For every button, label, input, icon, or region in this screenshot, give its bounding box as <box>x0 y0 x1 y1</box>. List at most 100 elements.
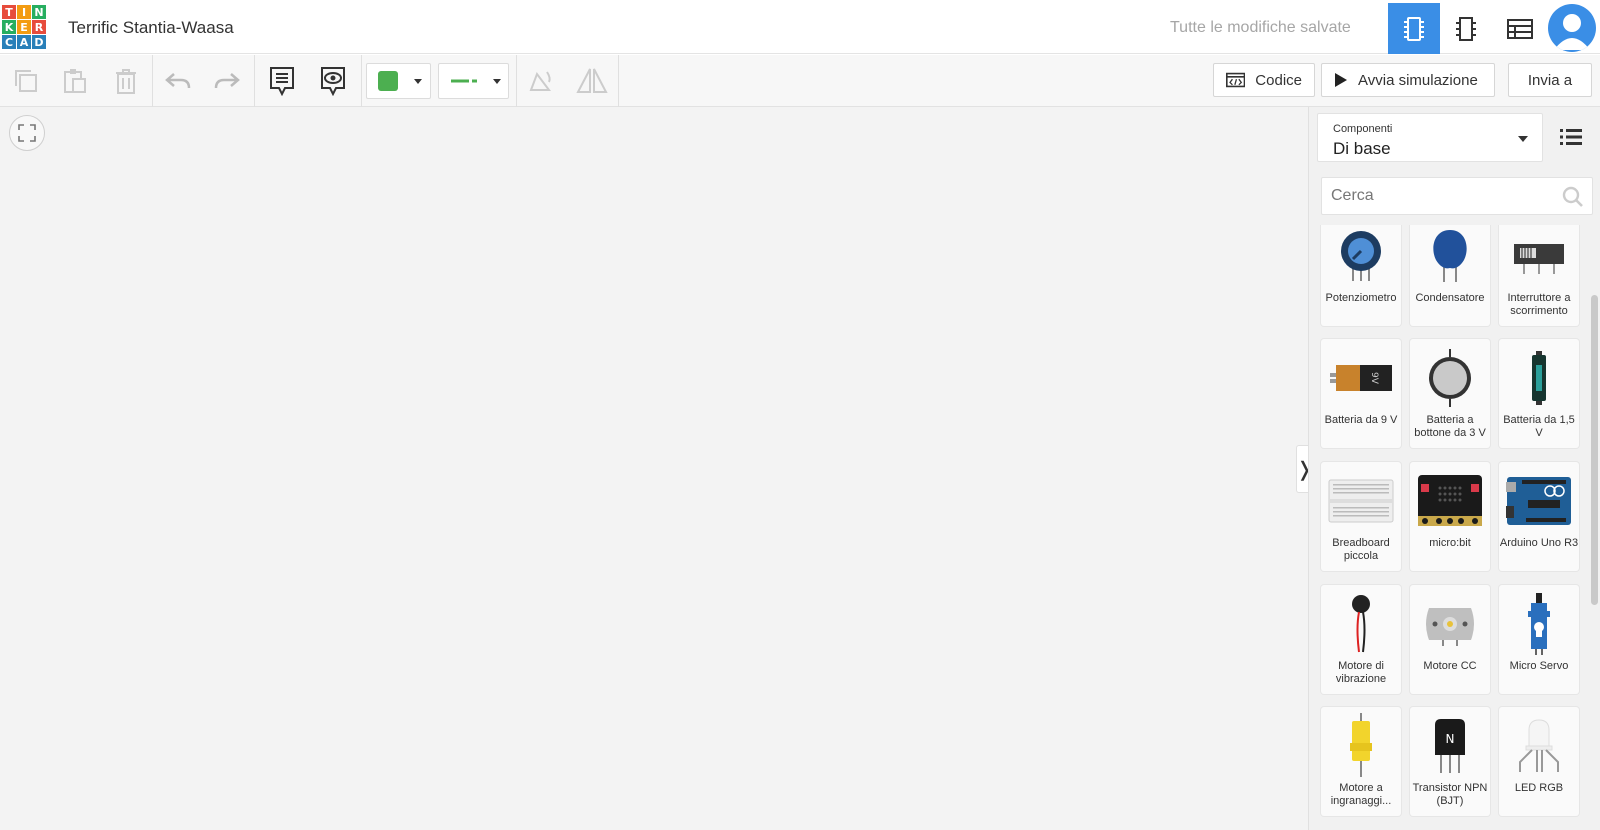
vibration-motor-icon <box>1352 595 1370 653</box>
toolbar-divider <box>254 55 255 107</box>
search-box <box>1321 177 1593 215</box>
chevron-down-icon <box>493 79 501 84</box>
toolbar-divider <box>516 55 517 107</box>
logo-letter: I <box>17 5 31 19</box>
component-name: micro:bit <box>1429 537 1471 549</box>
component-name: Transistor NPN (BJT) <box>1412 782 1488 807</box>
component-card[interactable]: Batteria a bottone da 3 V <box>1410 339 1490 448</box>
color-picker[interactable] <box>366 63 431 99</box>
logo-letter: K <box>2 20 16 34</box>
user-avatar-icon <box>1554 14 1590 50</box>
note-icon <box>270 67 294 96</box>
notes-button[interactable] <box>262 63 302 99</box>
components-dropdown-value: Di base <box>1333 139 1391 158</box>
project-title[interactable]: Terrific Stantia-Waasa <box>68 18 234 38</box>
component-card[interactable]: micro:bit <box>1410 462 1490 571</box>
send-to-button[interactable]: Invia a <box>1508 63 1592 97</box>
rgb-led-icon <box>1519 719 1559 772</box>
component-name: Batteria da 1,5 V <box>1503 414 1575 439</box>
component-card[interactable]: Micro Servo <box>1499 585 1579 694</box>
gear-motor-icon <box>1350 713 1372 777</box>
eye-note-icon <box>321 67 345 96</box>
fit-view-icon <box>18 124 36 142</box>
component-card[interactable]: Motore a ingranaggi... <box>1321 707 1401 816</box>
logo-letter: D <box>32 35 46 49</box>
redo-button[interactable] <box>207 63 247 99</box>
logo-letter: E <box>17 20 31 34</box>
component-card[interactable]: Breadboard piccola <box>1321 462 1401 571</box>
wire-icon <box>451 79 477 83</box>
microbit-icon <box>1418 475 1482 526</box>
battery-aa-icon <box>1532 351 1546 405</box>
logo-letter: C <box>2 35 16 49</box>
component-card[interactable]: Motore di vibrazione <box>1321 585 1401 694</box>
components-dropdown[interactable]: Componenti Di base <box>1317 113 1543 162</box>
circuit-view-icon <box>1404 16 1424 41</box>
user-avatar[interactable] <box>1548 4 1596 52</box>
battery-9v-icon: 9V <box>1330 365 1392 391</box>
component-name: Motore a ingranaggi... <box>1330 782 1392 807</box>
search-icon[interactable] <box>1562 186 1584 208</box>
tinkercad-logo[interactable]: T I N K E R C A D <box>2 5 48 51</box>
circuit-view-button[interactable] <box>1388 3 1440 54</box>
component-name: Breadboard piccola <box>1332 537 1390 562</box>
code-button[interactable]: Codice <box>1213 63 1315 97</box>
copy-icon <box>15 70 37 92</box>
svg-text:N: N <box>1446 732 1455 746</box>
component-list-button[interactable] <box>1494 3 1546 54</box>
code-button-label: Codice <box>1255 71 1302 89</box>
chevron-down-icon <box>1518 136 1528 142</box>
component-card[interactable]: Condensatore <box>1410 225 1490 326</box>
component-card[interactable]: Potenziometro <box>1321 225 1401 326</box>
components-scrollbar[interactable] <box>1589 225 1599 830</box>
component-card[interactable]: Interruttore a scorrimento <box>1499 225 1579 326</box>
list-view-toggle[interactable] <box>1557 123 1585 151</box>
circuit-workplane[interactable] <box>0 107 1308 830</box>
flip-icon <box>576 68 608 93</box>
logo-letter: A <box>17 35 31 49</box>
flip-button[interactable] <box>572 63 612 99</box>
component-card[interactable]: LED RGB <box>1499 707 1579 816</box>
component-card[interactable]: Batteria da 1,5 V <box>1499 339 1579 448</box>
capacitor-icon <box>1433 230 1467 282</box>
toolbar-divider <box>152 55 153 107</box>
list-icon <box>1560 129 1582 145</box>
component-card[interactable]: Arduino Uno R3 <box>1499 462 1579 571</box>
rotate-icon <box>529 71 551 91</box>
wire-type-picker[interactable] <box>438 63 509 99</box>
fit-view-button[interactable] <box>9 115 45 151</box>
npn-transistor-icon: N <box>1435 719 1465 773</box>
component-card[interactable]: N Transistor NPN (BJT) <box>1410 707 1490 816</box>
logo-letter: R <box>32 20 46 34</box>
potentiometer-icon <box>1341 231 1381 281</box>
svg-text:9V: 9V <box>1369 372 1379 385</box>
play-icon <box>1335 73 1347 87</box>
components-dropdown-label: Componenti <box>1333 123 1393 135</box>
redo-icon <box>214 73 240 89</box>
search-input[interactable] <box>1322 178 1552 214</box>
component-name: Potenziometro <box>1325 292 1397 304</box>
start-simulation-label: Avvia simulazione <box>1358 71 1478 89</box>
component-name: Micro Servo <box>1509 660 1569 672</box>
undo-icon <box>165 73 191 89</box>
micro-servo-icon <box>1528 593 1550 655</box>
edit-toolbar: Codice Avvia simulazione Invia a <box>0 55 1600 107</box>
rotate-button[interactable] <box>520 63 560 99</box>
component-name: Interruttore a scorrimento <box>1507 292 1571 317</box>
undo-button[interactable] <box>158 63 198 99</box>
component-card[interactable]: 9V Batteria da 9 V <box>1321 339 1401 448</box>
schematic-view-button[interactable] <box>1440 3 1492 54</box>
paste-button[interactable] <box>55 63 95 99</box>
arduino-icon <box>1506 477 1571 525</box>
copy-button[interactable] <box>6 63 46 99</box>
toggle-notes-visibility-button[interactable] <box>313 63 353 99</box>
start-simulation-button[interactable]: Avvia simulazione <box>1321 63 1495 97</box>
scrollbar-thumb[interactable] <box>1591 295 1598 605</box>
trash-icon <box>116 69 136 94</box>
component-name: Condensatore <box>1415 292 1485 304</box>
component-name: Batteria a bottone da 3 V <box>1414 414 1486 439</box>
component-name: LED RGB <box>1514 782 1564 794</box>
component-card[interactable]: Motore CC <box>1410 585 1490 694</box>
color-swatch <box>378 71 398 91</box>
delete-button[interactable] <box>106 63 146 99</box>
